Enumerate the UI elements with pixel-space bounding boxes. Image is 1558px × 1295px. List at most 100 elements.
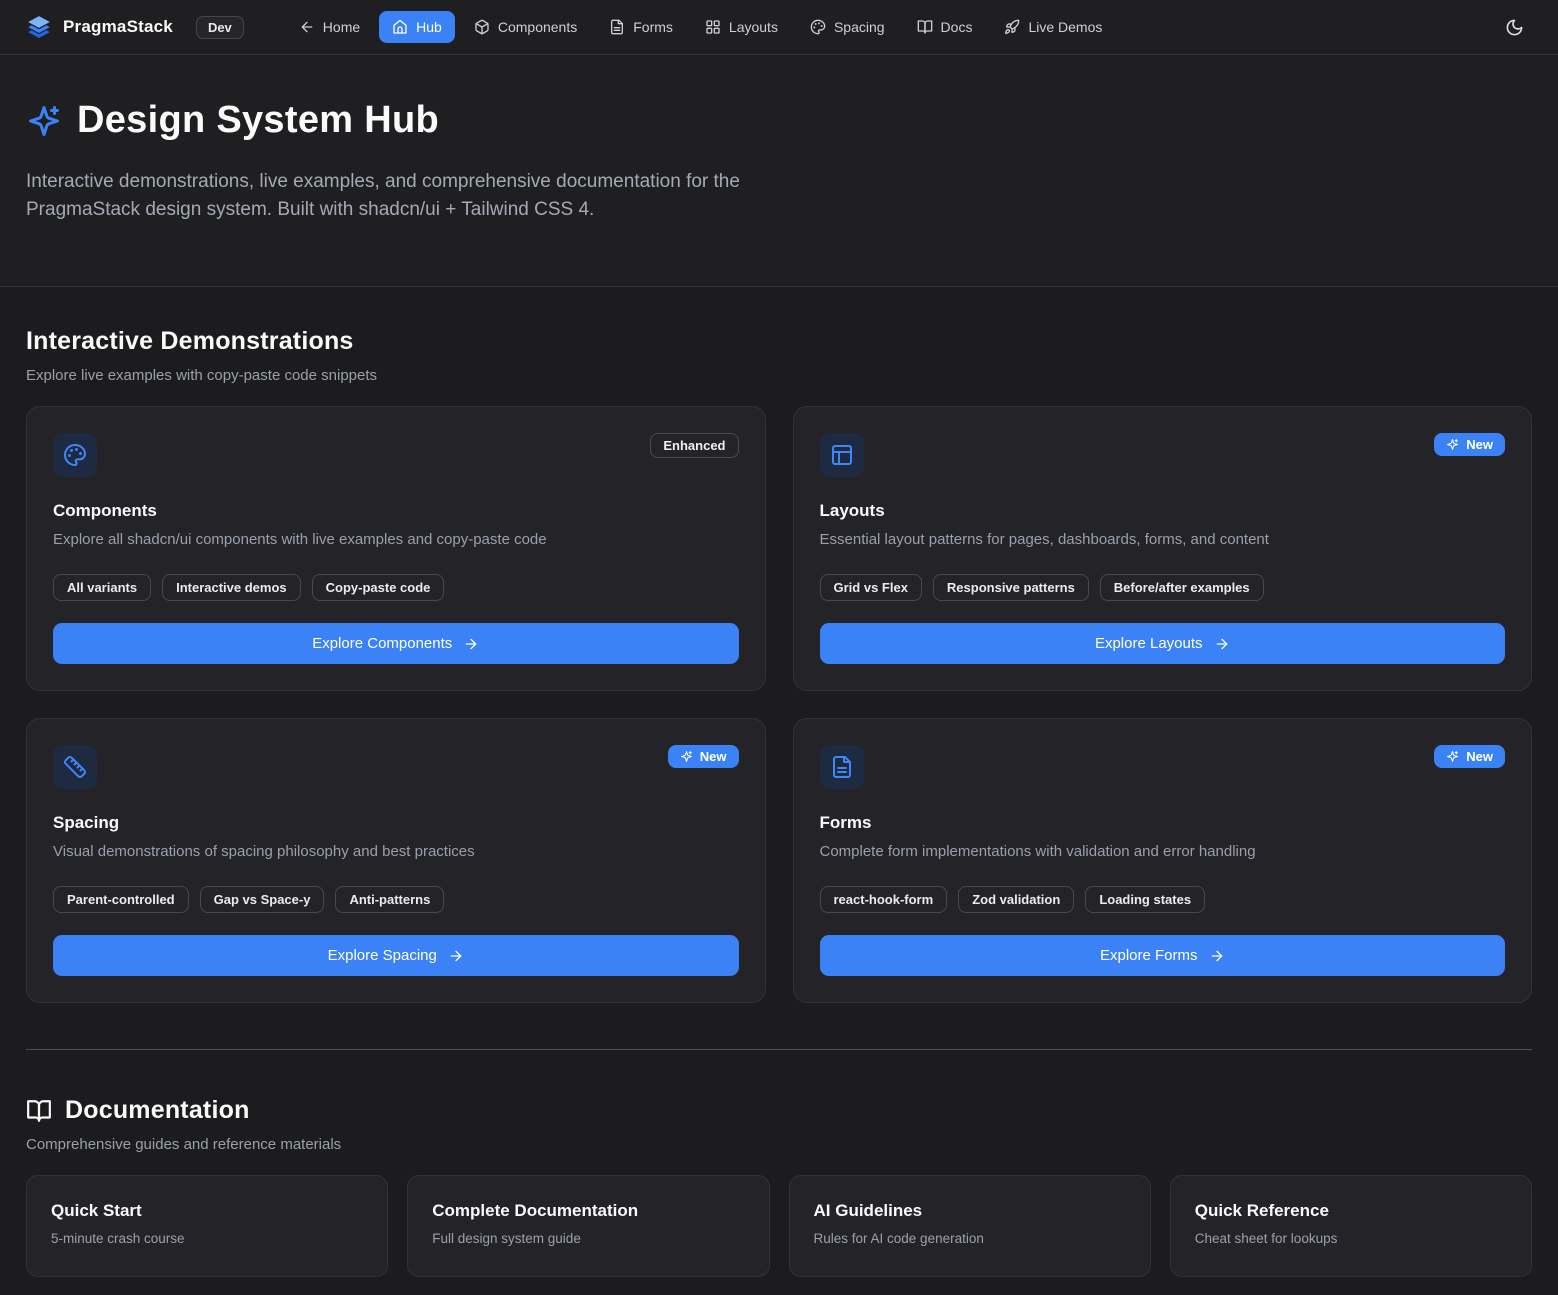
new-badge: New [668, 745, 739, 768]
nav-item-label: Components [498, 19, 577, 35]
file-text-icon [609, 19, 625, 35]
layout-grid-icon [705, 19, 721, 35]
card-description: Explore all shadcn/ui components with li… [53, 531, 739, 548]
nav-item-label: Forms [633, 19, 673, 35]
ruler-icon [63, 755, 87, 779]
tag: All variants [53, 574, 151, 601]
new-badge: New [1434, 745, 1505, 768]
card-title: Components [53, 501, 739, 521]
nav-item-label: Docs [941, 19, 973, 35]
arrow-right-icon [448, 948, 464, 964]
demos-section-subtitle: Explore live examples with copy-paste co… [26, 367, 1532, 384]
tag-list: react-hook-form Zod validation Loading s… [820, 886, 1506, 913]
demos-section-title: Interactive Demonstrations [26, 327, 1532, 356]
hero-description: Interactive demonstrations, live example… [26, 168, 771, 224]
moon-icon [1505, 18, 1524, 37]
new-badge: New [1434, 433, 1505, 456]
nav-item-layouts[interactable]: Layouts [692, 11, 791, 43]
theme-toggle-button[interactable] [1496, 9, 1532, 45]
arrow-right-icon [1209, 948, 1225, 964]
book-open-icon [26, 1098, 52, 1124]
doc-card-description: Full design system guide [432, 1231, 744, 1246]
tag: Before/after examples [1100, 574, 1264, 601]
tag: Anti-patterns [335, 886, 444, 913]
sparkles-icon [1446, 438, 1459, 451]
badge-label: New [1466, 437, 1493, 452]
env-badge: Dev [196, 16, 244, 39]
button-label: Explore Layouts [1095, 635, 1203, 652]
doc-card-title: Complete Documentation [432, 1201, 744, 1221]
nav-item-components[interactable]: Components [461, 11, 590, 43]
file-text-icon [830, 755, 854, 779]
status-badge: Enhanced [650, 433, 738, 458]
doc-card-complete-documentation[interactable]: Complete Documentation Full design syste… [407, 1175, 769, 1277]
explore-layouts-button[interactable]: Explore Layouts [820, 623, 1506, 664]
doc-cards-grid: Quick Start 5-minute crash course Comple… [26, 1175, 1532, 1277]
doc-card-ai-guidelines[interactable]: AI Guidelines Rules for AI code generati… [789, 1175, 1151, 1277]
doc-card-title: AI Guidelines [814, 1201, 1126, 1221]
demo-card-spacing: New Spacing Visual demonstrations of spa… [26, 718, 766, 1003]
main-content: Interactive Demonstrations Explore live … [0, 287, 1558, 1295]
tag-list: All variants Interactive demos Copy-past… [53, 574, 739, 601]
demo-card-layouts: New Layouts Essential layout patterns fo… [793, 406, 1533, 691]
tag: Grid vs Flex [820, 574, 922, 601]
docs-section-subtitle: Comprehensive guides and reference mater… [26, 1136, 1532, 1153]
doc-card-title: Quick Start [51, 1201, 363, 1221]
icon-tile [820, 745, 864, 789]
tag: react-hook-form [820, 886, 948, 913]
doc-card-quick-reference[interactable]: Quick Reference Cheat sheet for lookups [1170, 1175, 1532, 1277]
card-title: Forms [820, 813, 1506, 833]
explore-spacing-button[interactable]: Explore Spacing [53, 935, 739, 976]
demo-cards-grid: Enhanced Components Explore all shadcn/u… [26, 406, 1532, 1003]
nav-item-label: Live Demos [1028, 19, 1102, 35]
card-description: Essential layout patterns for pages, das… [820, 531, 1506, 548]
nav-item-home[interactable]: Home [286, 11, 373, 43]
nav-links: Home Hub Components Forms Layouts [286, 11, 1116, 43]
explore-components-button[interactable]: Explore Components [53, 623, 739, 664]
doc-card-description: 5-minute crash course [51, 1231, 363, 1246]
nav-item-label: Home [323, 19, 360, 35]
nav-item-live-demos[interactable]: Live Demos [991, 11, 1115, 43]
card-description: Visual demonstrations of spacing philoso… [53, 843, 739, 860]
section-divider [26, 1049, 1532, 1050]
sparkles-icon [680, 750, 693, 763]
panels-layout-icon [830, 443, 854, 467]
nav-item-hub[interactable]: Hub [379, 11, 455, 43]
hero-section: Design System Hub Interactive demonstrat… [0, 55, 1558, 287]
palette-icon [810, 19, 826, 35]
card-title: Spacing [53, 813, 739, 833]
box-icon [474, 19, 490, 35]
brand[interactable]: PragmaStack Dev [26, 14, 244, 40]
arrow-left-icon [299, 19, 315, 35]
demo-card-components: Enhanced Components Explore all shadcn/u… [26, 406, 766, 691]
nav-item-label: Spacing [834, 19, 885, 35]
layers-icon [26, 14, 52, 40]
doc-card-quick-start[interactable]: Quick Start 5-minute crash course [26, 1175, 388, 1277]
tag: Interactive demos [162, 574, 301, 601]
nav-item-label: Layouts [729, 19, 778, 35]
card-description: Complete form implementations with valid… [820, 843, 1506, 860]
rocket-icon [1004, 19, 1020, 35]
page-title: Design System Hub [77, 99, 439, 142]
tag: Parent-controlled [53, 886, 189, 913]
nav-item-forms[interactable]: Forms [596, 11, 686, 43]
icon-tile [53, 433, 97, 477]
arrow-right-icon [463, 636, 479, 652]
badge-label: New [700, 749, 727, 764]
badge-label: New [1466, 749, 1493, 764]
button-label: Explore Spacing [328, 947, 437, 964]
tag: Responsive patterns [933, 574, 1089, 601]
explore-forms-button[interactable]: Explore Forms [820, 935, 1506, 976]
icon-tile [53, 745, 97, 789]
tag: Loading states [1085, 886, 1205, 913]
doc-card-title: Quick Reference [1195, 1201, 1507, 1221]
top-navbar: PragmaStack Dev Home Hub Components Fo [0, 0, 1558, 55]
arrow-right-icon [1214, 636, 1230, 652]
brand-name: PragmaStack [63, 17, 173, 37]
tag-list: Parent-controlled Gap vs Space-y Anti-pa… [53, 886, 739, 913]
card-title: Layouts [820, 501, 1506, 521]
tag: Copy-paste code [312, 574, 445, 601]
nav-item-spacing[interactable]: Spacing [797, 11, 898, 43]
nav-item-docs[interactable]: Docs [904, 11, 986, 43]
doc-card-description: Rules for AI code generation [814, 1231, 1126, 1246]
